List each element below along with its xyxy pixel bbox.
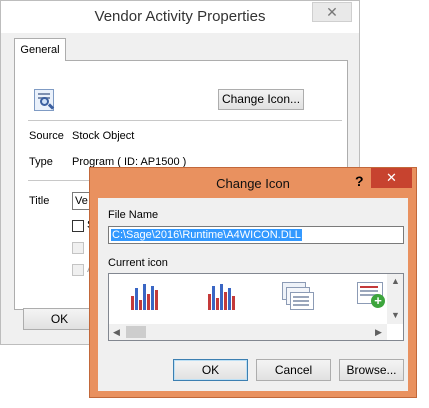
file-name-label: File Name [108,209,159,221]
scroll-up-icon[interactable]: ▲ [391,276,400,286]
change-icon-dialog: Change Icon ? ✕ File Name C:\Sage\2016\R… [89,167,417,398]
ok-button[interactable]: OK [173,359,248,381]
scroll-right-icon[interactable]: ▶ [375,327,382,338]
form-add-icon[interactable]: + [355,280,389,310]
window-title: Vendor Activity Properties [94,8,266,25]
scroll-down-icon[interactable]: ▼ [391,310,400,320]
dialog-client-area: File Name C:\Sage\2016\Runtime\A4WICON.D… [98,198,408,391]
help-icon[interactable]: ? [355,173,364,189]
dialog-title: Change Icon [216,176,290,191]
close-icon[interactable]: ✕ [371,168,412,188]
vertical-scrollbar[interactable]: ▲ ▼ [387,274,403,324]
current-icon-label: Current icon [108,257,168,269]
cancel-button[interactable]: Cancel [256,359,331,381]
tab-general[interactable]: General [14,38,66,61]
title-bar: Vendor Activity Properties ✕ [1,1,359,33]
option-checkbox-disabled [72,264,84,276]
bar-chart-icon[interactable] [206,280,240,310]
type-label: Type [29,156,53,168]
divider [28,120,342,121]
source-label: Source [29,130,64,142]
close-icon[interactable]: ✕ [312,2,352,22]
scroll-left-icon[interactable]: ◀ [113,327,120,338]
icon-list[interactable]: + ▲ ▼ ◀ ▶ [108,273,404,341]
title-label: Title [29,195,50,207]
source-value: Stock Object [72,130,135,142]
horizontal-scrollbar[interactable]: ◀ ▶ [109,324,387,340]
stacked-forms-icon[interactable] [280,280,314,310]
option-checkbox-disabled [72,242,84,254]
scroll-thumb[interactable] [126,326,146,338]
file-name-input[interactable]: C:\Sage\2016\Runtime\A4WICON.DLL [108,226,404,244]
search-document-icon [34,89,55,111]
browse-button[interactable]: Browse... [339,359,404,381]
bar-chart-icon[interactable] [129,280,163,310]
file-name-value: C:\Sage\2016\Runtime\A4WICON.DLL [111,229,302,241]
option-checkbox[interactable] [72,220,84,232]
ok-button[interactable]: OK [23,308,96,330]
change-icon-button[interactable]: Change Icon... [218,89,304,110]
